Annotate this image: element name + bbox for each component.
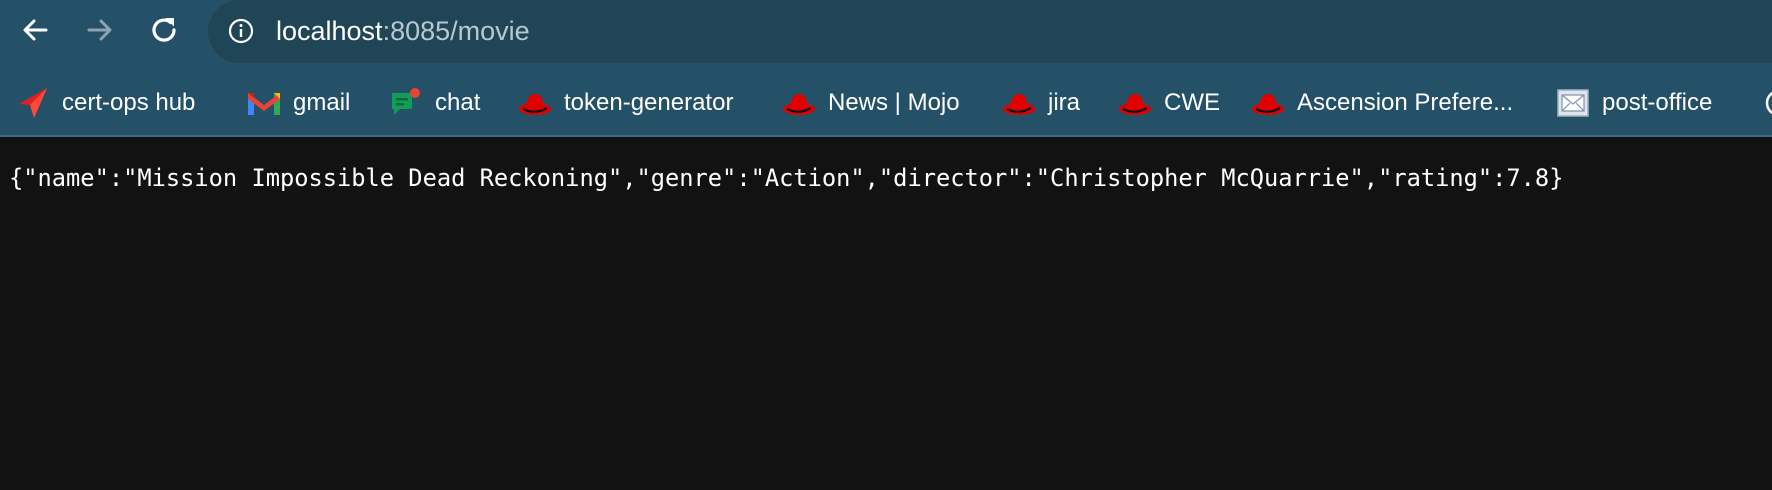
redhat-icon	[1251, 86, 1285, 120]
bookmark-label: CWE	[1164, 89, 1220, 116]
bookmark-jira[interactable]: jira	[1002, 81, 1080, 125]
reload-icon	[152, 18, 176, 42]
bookmark-cert-ops-hub[interactable]: cert-ops hub	[16, 81, 195, 125]
url-text: localhost:8085/movie	[276, 14, 530, 48]
bookmark-label: chat	[435, 89, 481, 116]
forward-arrow-icon	[87, 19, 112, 41]
bookmark-label: News | Mojo	[828, 89, 960, 116]
bookmark-label: token-generator	[564, 89, 734, 116]
address-bar[interactable]: localhost:8085/movie	[208, 0, 1772, 63]
bookmark-label: gmail	[293, 89, 351, 116]
bookmark-label: post-office	[1602, 89, 1713, 116]
bookmark-post-office[interactable]: post-office	[1556, 81, 1712, 125]
red-arrow-icon	[16, 86, 50, 120]
back-button[interactable]	[15, 10, 55, 50]
bookmark-label: jira	[1048, 89, 1081, 116]
bookmarks-bar: cert-ops hub gmail chat token-generator …	[0, 81, 1772, 125]
json-response: {"name":"Mission Impossible Dead Reckoni…	[9, 164, 1564, 192]
bookmark-ascension-preferences[interactable]: Ascension Prefere...	[1251, 81, 1513, 125]
page-content: {"name":"Mission Impossible Dead Reckoni…	[9, 160, 1563, 196]
url-host: localhost	[276, 16, 383, 46]
chat-icon	[389, 86, 423, 120]
browser-toolbar: localhost:8085/movie	[0, 0, 1772, 63]
toolbar-divider	[0, 135, 1772, 137]
bookmark-label: Ascension Prefere...	[1297, 89, 1514, 116]
url-path: :8085/movie	[382, 16, 530, 46]
mail-image-icon	[1556, 86, 1590, 120]
gmail-icon	[247, 86, 281, 120]
bookmark-gmail[interactable]: gmail	[247, 81, 350, 125]
bookmark-label: cert-ops hub	[62, 89, 196, 116]
globe-icon	[1762, 86, 1772, 120]
redhat-icon	[1118, 86, 1152, 120]
redhat-icon	[518, 86, 552, 120]
browser-chrome: localhost:8085/movie cert-ops hub gmail	[0, 0, 1772, 137]
redhat-icon	[1002, 86, 1036, 120]
bookmark-chat[interactable]: chat	[389, 81, 480, 125]
reload-button[interactable]	[144, 10, 184, 50]
forward-button[interactable]	[80, 10, 120, 50]
site-info-icon[interactable]	[228, 18, 254, 44]
bookmark-cwe[interactable]: CWE	[1118, 81, 1220, 125]
back-arrow-icon	[23, 19, 48, 41]
redhat-icon	[782, 86, 816, 120]
bookmark-overflow[interactable]	[1762, 81, 1772, 125]
bookmark-news-mojo[interactable]: News | Mojo	[782, 81, 960, 125]
bookmark-token-generator[interactable]: token-generator	[518, 81, 733, 125]
